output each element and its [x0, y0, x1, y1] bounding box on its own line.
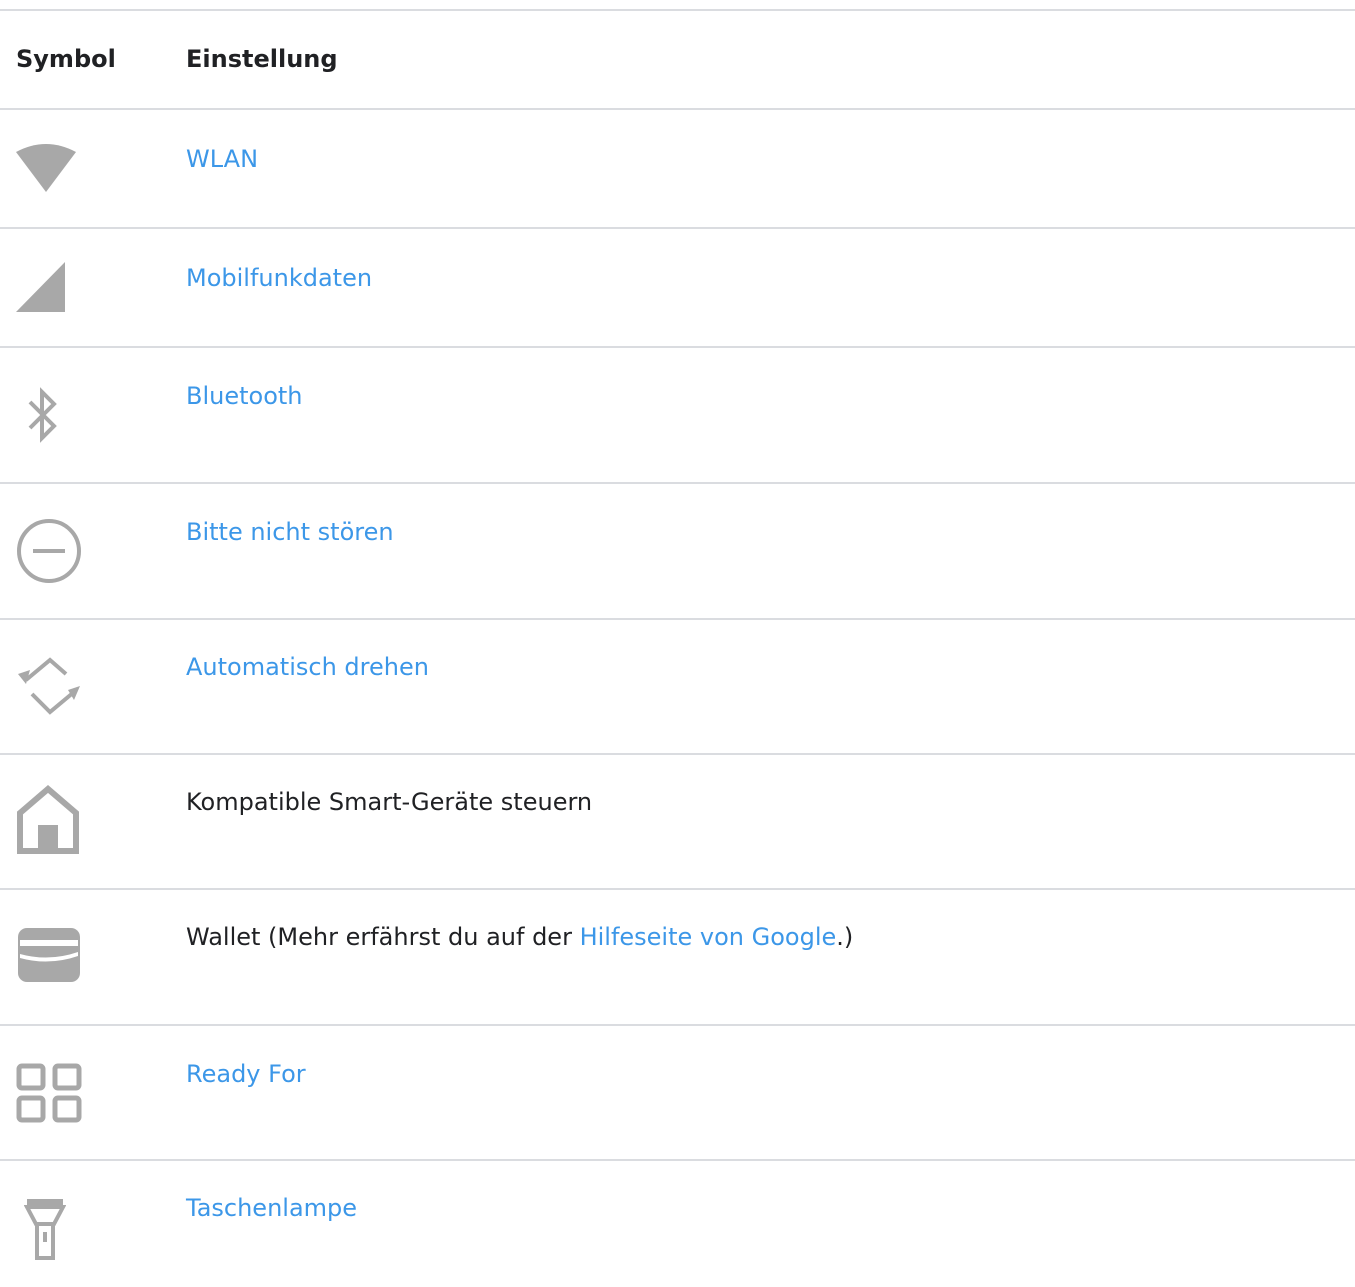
- wallet-label-suffix: .): [836, 923, 854, 951]
- table-row: Bitte nicht stören: [0, 484, 1355, 620]
- table-row: Taschenlampe: [0, 1161, 1355, 1287]
- help-page-link[interactable]: Hilfeseite von Google: [580, 923, 837, 951]
- header-setting: Einstellung: [186, 45, 338, 73]
- setting-link-do-not-disturb[interactable]: Bitte nicht stören: [186, 517, 394, 547]
- flashlight-icon: [23, 1196, 67, 1266]
- setting-link-auto-rotate[interactable]: Automatisch drehen: [186, 652, 429, 682]
- ready-for-icon: [16, 1063, 82, 1127]
- bluetooth-icon: [28, 386, 58, 450]
- table-row: Automatisch drehen: [0, 620, 1355, 755]
- setting-link-ready-for[interactable]: Ready For: [186, 1059, 306, 1089]
- cellular-signal-icon: [16, 262, 68, 318]
- table-row: Bluetooth: [0, 348, 1355, 484]
- wallet-icon: [16, 926, 82, 988]
- setting-link-wlan[interactable]: WLAN: [186, 144, 258, 174]
- setting-link-flashlight[interactable]: Taschenlampe: [186, 1193, 357, 1223]
- setting-link-mobile-data[interactable]: Mobilfunkdaten: [186, 263, 372, 293]
- do-not-disturb-icon: [16, 518, 82, 588]
- wifi-icon: [16, 144, 76, 198]
- table-row: Wallet (Mehr erfährst du auf der Hilfese…: [0, 890, 1355, 1026]
- table-row: Mobilfunkdaten: [0, 229, 1355, 348]
- setting-text-smart-devices: Kompatible Smart-Geräte steuern: [186, 788, 593, 816]
- setting-text-wallet: Wallet (Mehr erfährst du auf der Hilfese…: [186, 922, 853, 952]
- table-row: Kompatible Smart-Geräte steuern: [0, 755, 1355, 890]
- wallet-label-prefix: Wallet (Mehr erfährst du auf der: [186, 923, 580, 951]
- table-header-row: Symbol Einstellung: [0, 11, 1355, 110]
- table-row: WLAN: [0, 110, 1355, 229]
- header-symbol: Symbol: [16, 45, 116, 73]
- setting-link-bluetooth[interactable]: Bluetooth: [186, 381, 303, 411]
- auto-rotate-icon: [16, 656, 82, 720]
- table-row: Ready For: [0, 1026, 1355, 1161]
- home-icon: [16, 783, 80, 859]
